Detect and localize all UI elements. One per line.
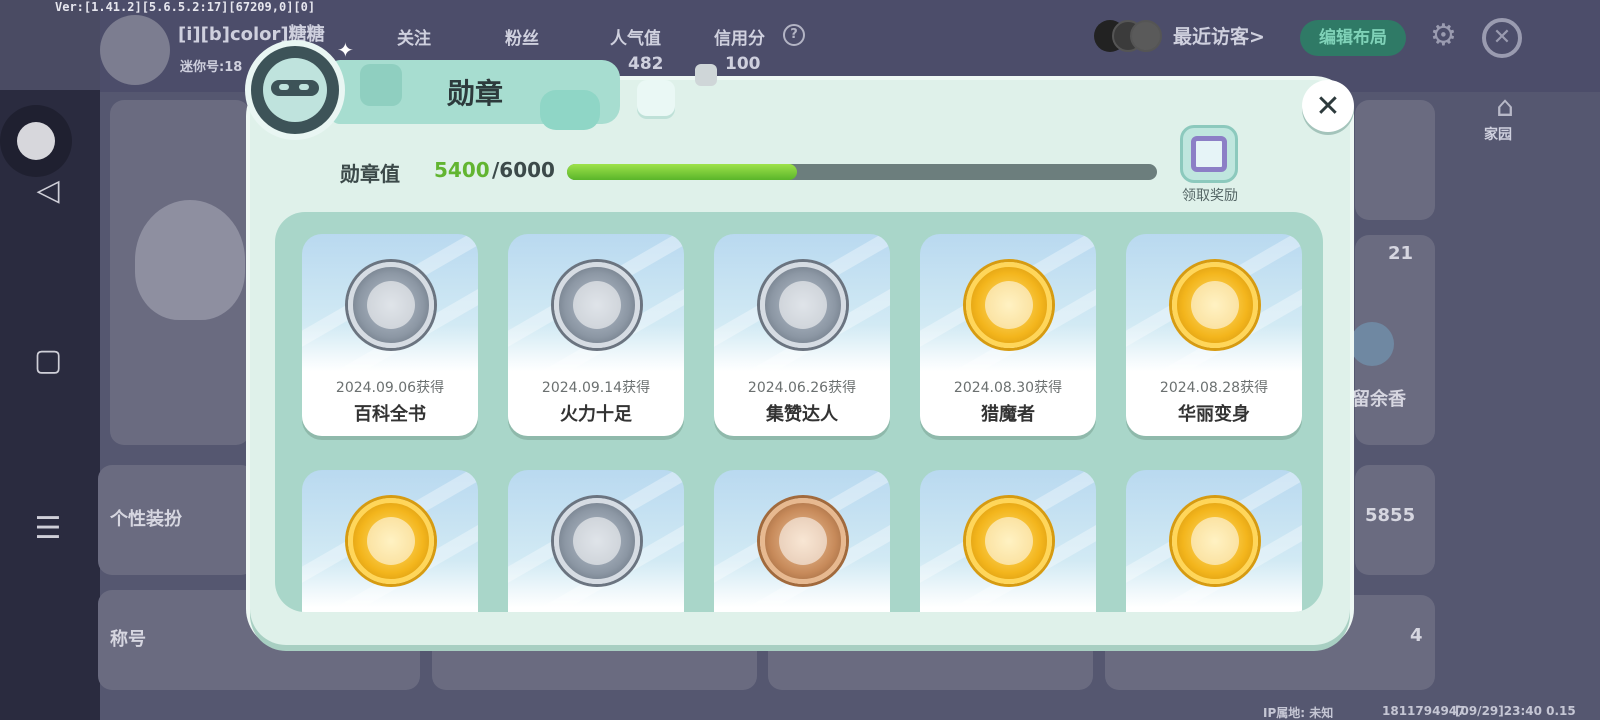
swan-figure xyxy=(135,200,245,320)
personal-dress-label: 个性装扮 xyxy=(110,509,182,530)
reward-frame-icon[interactable] xyxy=(1180,125,1238,183)
medal-card[interactable]: 2024.08.30获得猎魔者 xyxy=(920,234,1096,436)
medal-card[interactable]: 2024.06.26获得集赞达人 xyxy=(714,234,890,436)
sparkle-icon: ✦ xyxy=(337,38,354,62)
medal-value-current: 5400 xyxy=(434,158,490,182)
medal-progress-bar xyxy=(567,164,1157,180)
medal-date: 2024.06.26获得 xyxy=(747,380,857,396)
medal-date: 2024.08.28获得 xyxy=(1159,380,1269,396)
medal-icon xyxy=(760,498,846,584)
stat-popularity-value: 482 xyxy=(628,54,664,74)
recent-visitors-link[interactable]: 最近访客> xyxy=(1173,22,1265,49)
medal-value-label: 勋章值 xyxy=(340,162,400,186)
stat-credit-label: 信用分 xyxy=(714,29,765,49)
back-icon[interactable]: ◁ xyxy=(28,170,68,210)
medal-name: 百科全书 xyxy=(354,404,426,425)
medal-card[interactable]: 2024.08.28获得华丽变身 xyxy=(1126,234,1302,436)
menu-icon[interactable]: ☰ xyxy=(28,508,68,548)
gear-icon[interactable]: ⚙ xyxy=(1430,18,1457,53)
medal-name: 火力十足 xyxy=(560,404,632,425)
medal-name: 集赞达人 xyxy=(766,404,838,425)
medal-card[interactable]: 2024.09.06获得百科全书 xyxy=(302,234,478,436)
medal-icon xyxy=(1172,498,1258,584)
close-icon[interactable]: ✕ xyxy=(1302,80,1354,132)
stat-fans-label: 粉丝 xyxy=(505,29,539,49)
medal-icon xyxy=(554,498,640,584)
medal-card[interactable] xyxy=(508,470,684,612)
stat-follow-label: 关注 xyxy=(397,29,431,49)
dialog-title: 勋章 xyxy=(446,77,503,110)
stat-popularity-label: 人气值 xyxy=(610,29,661,49)
mini-id: 迷你号:18 xyxy=(180,60,243,75)
title-label: 称号 xyxy=(110,629,146,650)
medal-icon xyxy=(348,498,434,584)
medal-icon xyxy=(1172,262,1258,348)
home-label: 家园 xyxy=(1484,127,1512,143)
floating-ball-button[interactable] xyxy=(0,105,72,177)
footer-id: 1811794947 xyxy=(1382,704,1466,718)
medal-date: 2024.09.06获得 xyxy=(335,380,445,396)
lingering-text: 留余香 xyxy=(1352,389,1406,410)
medal-icon xyxy=(348,262,434,348)
ninja-avatar-icon xyxy=(245,40,345,140)
claim-reward-label[interactable]: 领取奖励 xyxy=(1172,185,1248,205)
home-square-icon[interactable]: ▢ xyxy=(28,340,68,380)
ip-location: IP属地: 未知 xyxy=(1263,706,1334,720)
visitor-avatars[interactable] xyxy=(1094,20,1162,52)
medal-value-max: /6000 xyxy=(492,158,555,182)
side-badge-icon xyxy=(1350,322,1394,366)
medal-grid: 2024.09.06获得 百科全书 2024.09.14获得 火力十足 2024.06.… xyxy=(275,212,1323,612)
stat-credit-value: 100 xyxy=(725,54,761,74)
medal-name: 华丽变身 xyxy=(1178,404,1250,425)
gallery-card[interactable] xyxy=(1355,100,1435,220)
medal-name: 猎魔者 xyxy=(981,404,1035,425)
title-deco-small xyxy=(695,64,717,86)
avatar[interactable] xyxy=(100,15,170,85)
medal-card[interactable] xyxy=(714,470,890,612)
home-icon[interactable]: ⌂ xyxy=(1485,90,1525,124)
count-5855: 5855 xyxy=(1365,505,1416,526)
exit-icon[interactable]: ✕ xyxy=(1482,18,1522,58)
medal-card[interactable] xyxy=(920,470,1096,612)
medal-icon xyxy=(554,262,640,348)
count-21: 21 xyxy=(1388,243,1414,264)
medal-card[interactable]: 2024.09.14获得火力十足 xyxy=(508,234,684,436)
title-deco-block xyxy=(637,80,675,116)
edit-layout-button[interactable]: 编辑布局 xyxy=(1300,20,1406,56)
medal-progress-fill xyxy=(567,164,798,180)
dialog-title-bar: 勋章 xyxy=(330,60,620,130)
footer-time: [09/29]23:40 0.15 xyxy=(1455,704,1576,718)
question-icon[interactable]: ? xyxy=(783,24,805,46)
medal-card[interactable] xyxy=(302,470,478,612)
version-text: Ver:[1.41.2][5.6.5.2:17][67209,0][0] xyxy=(55,0,316,14)
medal-date: 2024.09.14获得 xyxy=(541,380,651,396)
medal-icon xyxy=(966,262,1052,348)
count-4: 4 xyxy=(1410,625,1423,646)
medal-date: 2024.08.30获得 xyxy=(953,380,1063,396)
medal-icon xyxy=(760,262,846,348)
medal-card[interactable] xyxy=(1126,470,1302,612)
medal-icon xyxy=(966,498,1052,584)
